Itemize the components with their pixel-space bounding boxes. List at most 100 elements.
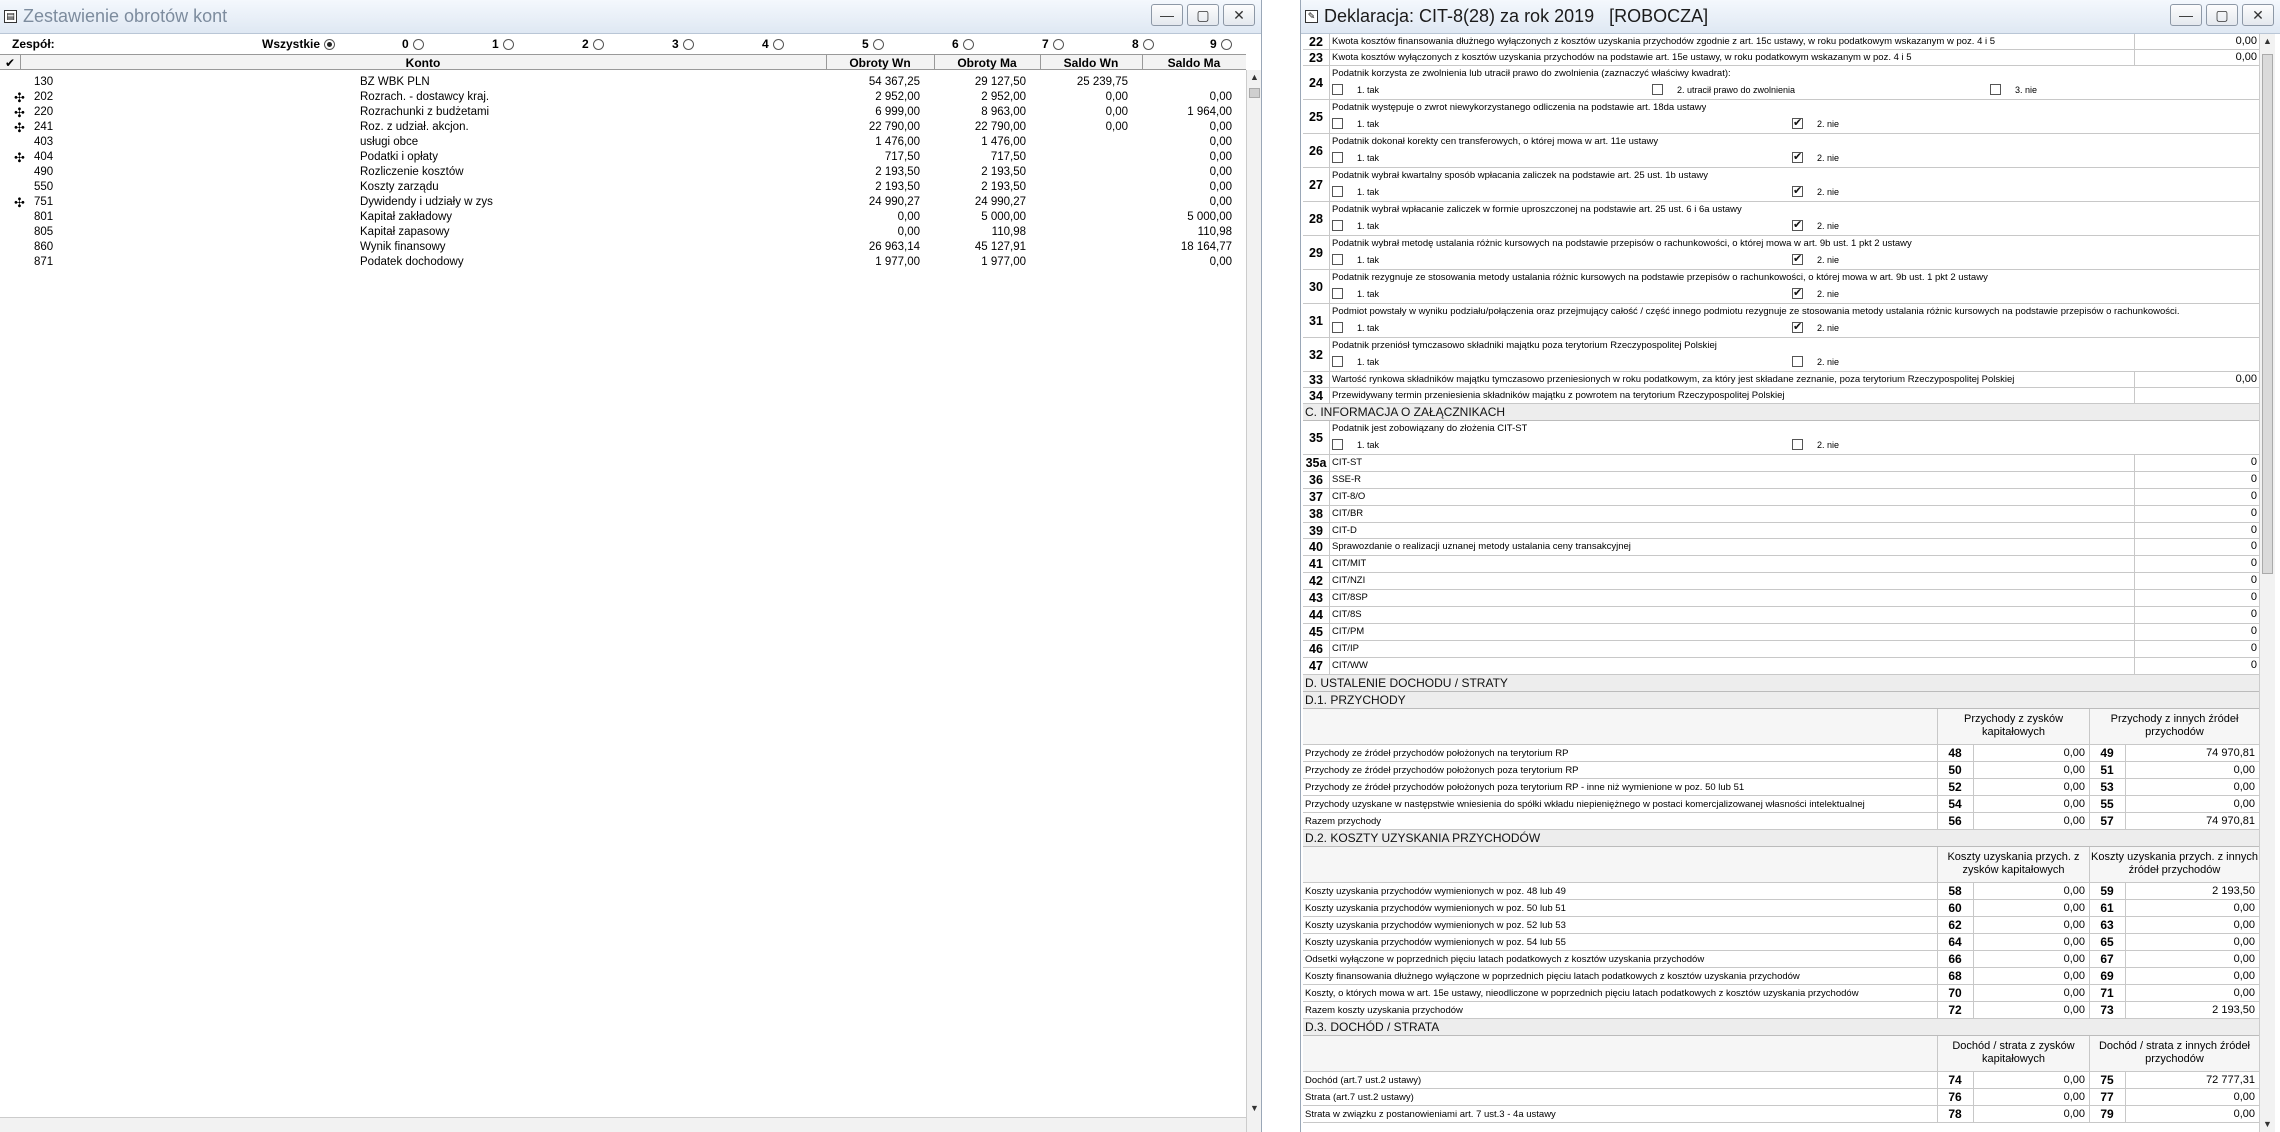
radio-icon[interactable] xyxy=(872,38,884,50)
radio-icon[interactable] xyxy=(682,38,694,50)
radio-icon[interactable] xyxy=(1220,38,1232,50)
expand-icon[interactable]: ✣ xyxy=(14,106,25,119)
group-filter-option[interactable]: 4 xyxy=(762,37,784,51)
field-value[interactable]: 0,00 xyxy=(2127,936,2255,948)
expand-icon[interactable]: ✣ xyxy=(14,121,25,134)
field-value[interactable]: 0,00 xyxy=(1975,1074,2085,1086)
vertical-scrollbar[interactable]: ▲ ▼ xyxy=(2259,34,2275,1132)
column-obroty-wn[interactable]: Obroty Wn xyxy=(826,56,934,70)
group-filter-option[interactable]: 3 xyxy=(672,37,694,51)
field-value-input[interactable]: 0 xyxy=(2134,488,2259,505)
field-value-input[interactable]: 0 xyxy=(2134,522,2259,539)
field-value[interactable]: 0,00 xyxy=(1975,919,2085,931)
table-row[interactable]: 130 BZ WBK PLN 54 367,25 29 127,50 25 239,75 xyxy=(0,76,1246,91)
field-value[interactable]: 0,00 xyxy=(2127,1091,2255,1103)
checkbox-no[interactable] xyxy=(1792,320,1803,333)
table-row[interactable]: ✣ 404 Podatki i opłaty 717,50 717,50 0,00 xyxy=(0,151,1246,166)
table-row[interactable]: 805 Kapitał zapasowy 0,00 110,98 110,98 xyxy=(0,226,1246,241)
group-filter-option[interactable]: 5 xyxy=(862,37,884,51)
field-value-input[interactable]: 0 xyxy=(2134,471,2259,488)
table-row[interactable]: ✣ 220 Rozrachunki z budżetami 6 999,00 8 963… xyxy=(0,106,1246,121)
table-row[interactable]: ✣ 202 Rozrach. - dostawcy kraj. 2 952,00 2 9… xyxy=(0,91,1246,106)
scroll-up-icon[interactable]: ▲ xyxy=(2260,34,2275,49)
group-filter-option[interactable]: 9 xyxy=(1210,37,1232,51)
field-value[interactable]: 0,00 xyxy=(1975,970,2085,982)
field-value[interactable]: 0,00 xyxy=(1975,781,2085,793)
window-titlebar[interactable]: ▤ Zestawienie obrotów kont — ▢ ✕ xyxy=(0,0,1261,34)
checkbox[interactable] xyxy=(1990,84,2001,95)
radio-icon[interactable] xyxy=(772,38,784,50)
field-value[interactable]: 0,00 xyxy=(2127,902,2255,914)
radio-icon[interactable] xyxy=(962,38,974,50)
column-saldo-ma[interactable]: Saldo Ma xyxy=(1142,56,1246,70)
scroll-down-icon[interactable]: ▼ xyxy=(1247,1101,1261,1116)
checkbox-no[interactable] xyxy=(1792,439,1803,450)
field-value[interactable]: 2 193,50 xyxy=(2127,1004,2255,1016)
checkbox-no[interactable] xyxy=(1792,116,1803,129)
field-value[interactable]: 0,00 xyxy=(2127,1108,2255,1120)
checkbox-no[interactable] xyxy=(1792,356,1803,367)
field-value[interactable]: 0,00 xyxy=(1975,953,2085,965)
checkbox-yes[interactable] xyxy=(1332,220,1343,231)
field-value-input[interactable]: 0 xyxy=(2134,455,2259,471)
table-row[interactable]: ✣ 751 Dywidendy i udziały w zys 24 990,27 24… xyxy=(0,196,1246,211)
table-row[interactable]: ✣ 241 Roz. z udział. akcjon. 22 790,00 22 79… xyxy=(0,121,1246,136)
group-filter-option[interactable]: 1 xyxy=(492,37,514,51)
radio-icon[interactable] xyxy=(592,38,604,50)
field-value[interactable]: 0,00 xyxy=(2127,970,2255,982)
maximize-button[interactable]: ▢ xyxy=(2206,4,2238,26)
close-button[interactable]: ✕ xyxy=(1223,4,1255,26)
checkbox-yes[interactable] xyxy=(1332,356,1343,367)
field-value-input[interactable]: 0,00 xyxy=(2134,372,2259,387)
field-value[interactable]: 0,00 xyxy=(1975,747,2085,759)
field-value[interactable]: 74 970,81 xyxy=(2127,747,2255,759)
checkbox-yes[interactable] xyxy=(1332,152,1343,163)
checkbox[interactable] xyxy=(1332,84,1343,95)
group-filter-option[interactable]: Wszystkie xyxy=(262,37,336,51)
checkbox-yes[interactable] xyxy=(1332,118,1343,129)
checkbox-yes[interactable] xyxy=(1332,439,1343,450)
group-filter-option[interactable]: 0 xyxy=(402,37,424,51)
field-value[interactable]: 2 193,50 xyxy=(2127,885,2255,897)
field-value-input[interactable]: 0,00 xyxy=(2134,34,2259,49)
checkbox-yes[interactable] xyxy=(1332,288,1343,299)
table-row[interactable]: 871 Podatek dochodowy 1 977,00 1 977,00 0,00 xyxy=(0,256,1246,271)
group-filter-option[interactable]: 2 xyxy=(582,37,604,51)
field-value[interactable]: 74 970,81 xyxy=(2127,815,2255,827)
field-value[interactable]: 0,00 xyxy=(1975,1108,2085,1120)
field-value[interactable]: 0,00 xyxy=(2127,953,2255,965)
field-value[interactable]: 0,00 xyxy=(1975,1091,2085,1103)
checkbox-no[interactable] xyxy=(1792,286,1803,299)
field-value[interactable]: 0,00 xyxy=(1975,987,2085,999)
column-konto[interactable]: Konto xyxy=(20,56,826,70)
checkbox-no[interactable] xyxy=(1792,218,1803,231)
field-value-input[interactable]: 0 xyxy=(2134,607,2259,623)
field-value[interactable]: 0,00 xyxy=(1975,1004,2085,1016)
field-value[interactable]: 0,00 xyxy=(1975,902,2085,914)
field-value-input[interactable]: 0 xyxy=(2134,505,2259,522)
column-saldo-wn[interactable]: Saldo Wn xyxy=(1040,56,1142,70)
field-value[interactable]: 0,00 xyxy=(2127,764,2255,776)
group-filter-option[interactable]: 7 xyxy=(1042,37,1064,51)
field-value[interactable]: 0,00 xyxy=(1975,936,2085,948)
maximize-button[interactable]: ▢ xyxy=(1187,4,1219,26)
field-value-input[interactable] xyxy=(2134,388,2259,403)
field-value[interactable]: 72 777,31 xyxy=(2127,1074,2255,1086)
table-row[interactable]: 860 Wynik finansowy 26 963,14 45 127,91 18 1… xyxy=(0,241,1246,256)
checkbox-no[interactable] xyxy=(1792,184,1803,197)
minimize-button[interactable]: — xyxy=(2170,4,2202,26)
table-row[interactable]: 801 Kapitał zakładowy 0,00 5 000,00 5 000,00 xyxy=(0,211,1246,226)
checkbox-yes[interactable] xyxy=(1332,322,1343,333)
scroll-down-icon[interactable]: ▼ xyxy=(2260,1117,2275,1132)
field-value-input[interactable]: 0,00 xyxy=(2134,50,2259,65)
horizontal-scrollbar[interactable] xyxy=(0,1117,1246,1132)
checkbox[interactable] xyxy=(1652,84,1663,95)
field-value[interactable]: 0,00 xyxy=(1975,885,2085,897)
field-value-input[interactable]: 0 xyxy=(2134,573,2259,590)
radio-icon[interactable] xyxy=(412,38,424,50)
minimize-button[interactable]: — xyxy=(1151,4,1183,26)
field-value-input[interactable]: 0 xyxy=(2134,556,2259,573)
field-value[interactable]: 0,00 xyxy=(1975,815,2085,827)
field-value-input[interactable]: 0 xyxy=(2134,623,2259,640)
window-titlebar[interactable]: ✎ Deklaracja: CIT-8(28) za rok 2019 [ROB… xyxy=(1301,0,2280,34)
